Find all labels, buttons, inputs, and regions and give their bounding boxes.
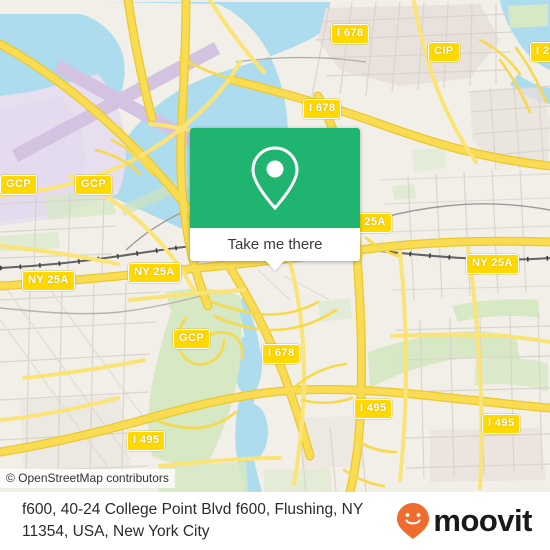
address-text: f600, 40-24 College Point Blvd f600, Flu… (0, 499, 363, 543)
road-shield: I 678 (262, 344, 301, 364)
road-shield: I 495 (127, 431, 166, 451)
footer-bar: f600, 40-24 College Point Blvd f600, Flu… (0, 492, 550, 550)
location-popup[interactable]: Take me there (190, 128, 360, 271)
take-me-there-label: Take me there (227, 236, 323, 253)
road-shield: NY 25A (128, 263, 181, 283)
road-shield: CIP (428, 42, 460, 62)
moovit-logo[interactable]: moovit (396, 502, 550, 540)
moovit-smiley-pin-icon (397, 503, 430, 539)
map-pin-icon (251, 146, 299, 211)
map-canvas[interactable]: I 678 CIP I 29 I 678 GCP GCP NY 25A NY 25A NY 25… (0, 0, 550, 492)
take-me-there-button[interactable]: Take me there (190, 228, 360, 261)
popup-tail (265, 260, 285, 271)
address-line-2: 11354, USA, New York City (22, 523, 210, 540)
road-shield: GCP (0, 175, 38, 195)
map-screenshot: I 678 CIP I 29 I 678 GCP GCP NY 25A NY 25A NY 25… (0, 0, 550, 550)
road-shield: GCP (75, 175, 113, 195)
road-shield: GCP (173, 329, 211, 349)
road-shield: I 495 (354, 399, 393, 419)
road-shield: NY 25A (466, 254, 519, 274)
address-line-1: f600, 40-24 College Point Blvd f600, Flu… (22, 501, 364, 518)
road-shield: I 495 (482, 414, 521, 434)
moovit-wordmark: moovit (433, 503, 532, 538)
road-shield: I 678 (331, 24, 370, 44)
road-shield: NY 25A (22, 271, 75, 291)
osm-attribution[interactable]: © OpenStreetMap contributors (0, 469, 175, 488)
popup-pin-area (190, 128, 360, 228)
road-shield: I 678 (303, 99, 342, 119)
road-shield: I 29 (530, 42, 550, 62)
